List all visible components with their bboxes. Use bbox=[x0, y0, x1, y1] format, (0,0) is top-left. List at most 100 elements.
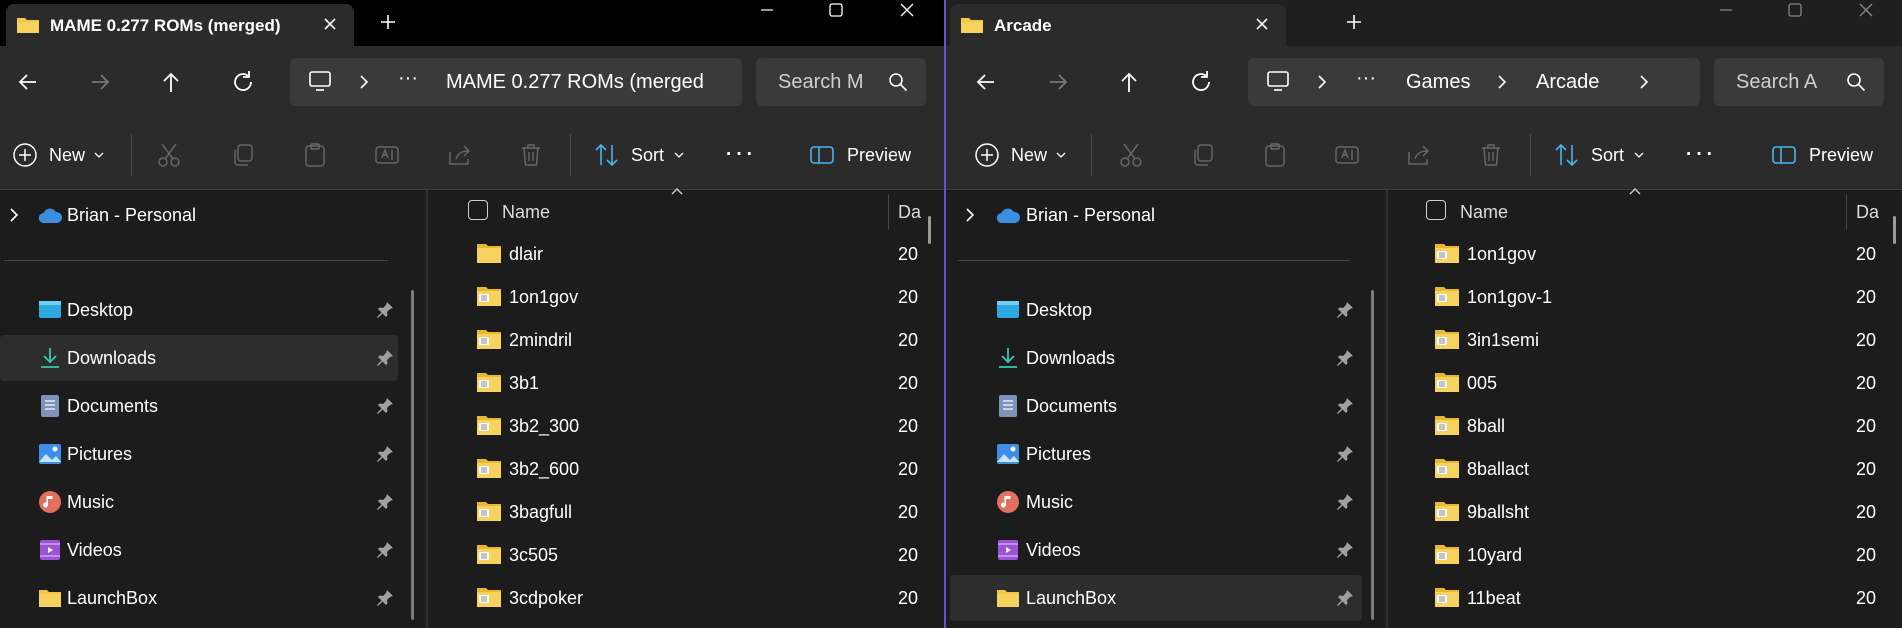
pin-icon[interactable] bbox=[1336, 493, 1354, 511]
nav-item-desktop[interactable]: Desktop bbox=[0, 287, 400, 333]
nav-onedrive[interactable]: Brian - Personal bbox=[67, 205, 196, 226]
pin-icon[interactable] bbox=[376, 589, 394, 607]
back-icon[interactable] bbox=[972, 68, 1000, 96]
new-tab-icon[interactable] bbox=[378, 12, 398, 32]
refresh-icon[interactable] bbox=[1187, 68, 1215, 96]
file-row[interactable]: 8ball 20 bbox=[1434, 406, 1898, 446]
file-row[interactable]: 1on1gov-1 20 bbox=[1434, 277, 1898, 317]
nav-item-videos[interactable]: Videos bbox=[0, 527, 400, 573]
expand-chevron-icon[interactable] bbox=[8, 207, 20, 223]
forward-icon[interactable] bbox=[86, 68, 114, 96]
nav-item-videos[interactable]: Videos bbox=[950, 527, 1362, 573]
chevron-right-icon[interactable] bbox=[1638, 74, 1650, 90]
sort-button[interactable]: Sort bbox=[594, 142, 686, 168]
pin-icon[interactable] bbox=[1336, 349, 1354, 367]
cut-icon[interactable] bbox=[156, 142, 182, 168]
close-tab-icon[interactable] bbox=[320, 14, 340, 34]
file-row[interactable]: 10yard 20 bbox=[1434, 535, 1898, 575]
nav-onedrive[interactable]: Brian - Personal bbox=[1026, 205, 1155, 226]
file-row[interactable]: dlair 20 bbox=[476, 234, 940, 274]
rename-icon[interactable] bbox=[1334, 142, 1360, 168]
select-all-checkbox[interactable] bbox=[468, 200, 488, 220]
file-row[interactable]: 005 20 bbox=[1434, 363, 1898, 403]
nav-item-music[interactable]: Music bbox=[0, 479, 400, 525]
search-input[interactable]: Search A bbox=[1714, 58, 1884, 106]
file-row[interactable]: 3in1semi 20 bbox=[1434, 320, 1898, 360]
see-more-icon[interactable]: ··· bbox=[724, 136, 755, 168]
search-input[interactable]: Search M bbox=[756, 58, 926, 106]
share-icon[interactable] bbox=[1406, 142, 1432, 168]
delete-icon[interactable] bbox=[1478, 142, 1504, 168]
new-button[interactable]: New bbox=[974, 142, 1070, 168]
column-header-date[interactable]: Da bbox=[898, 202, 921, 223]
nav-scrollbar[interactable] bbox=[411, 290, 414, 620]
paste-icon[interactable] bbox=[302, 142, 328, 168]
chevron-right-icon[interactable] bbox=[1496, 74, 1508, 90]
file-row[interactable]: 8ballact 20 bbox=[1434, 449, 1898, 489]
pin-icon[interactable] bbox=[376, 493, 394, 511]
pin-icon[interactable] bbox=[376, 349, 394, 367]
file-row[interactable]: 3c505 20 bbox=[476, 535, 940, 575]
nav-item-pictures[interactable]: Pictures bbox=[0, 431, 400, 477]
nav-item-desktop[interactable]: Desktop bbox=[950, 287, 1362, 333]
close-tab-icon[interactable] bbox=[1252, 14, 1272, 34]
file-row[interactable]: 2mindril 20 bbox=[476, 320, 940, 360]
file-row[interactable]: 1on1gov 20 bbox=[1434, 234, 1898, 274]
nav-item-downloads[interactable]: Downloads bbox=[950, 335, 1362, 381]
select-all-checkbox[interactable] bbox=[1426, 200, 1446, 220]
pin-icon[interactable] bbox=[1336, 541, 1354, 559]
preview-button[interactable]: Preview bbox=[1772, 142, 1882, 168]
copy-icon[interactable] bbox=[230, 142, 256, 168]
breadcrumb[interactable]: ··· MAME 0.277 ROMs (merged bbox=[290, 58, 742, 106]
minimize-button[interactable] bbox=[740, 0, 794, 20]
share-icon[interactable] bbox=[447, 142, 473, 168]
pin-icon[interactable] bbox=[1336, 589, 1354, 607]
file-row[interactable]: 11beat 20 bbox=[1434, 578, 1898, 618]
preview-button[interactable]: Preview bbox=[810, 142, 920, 168]
up-icon[interactable] bbox=[157, 68, 185, 96]
file-row[interactable]: 3bagfull 20 bbox=[476, 492, 940, 532]
cut-icon[interactable] bbox=[1118, 142, 1144, 168]
more-crumbs-icon[interactable]: ··· bbox=[1356, 67, 1376, 90]
pin-icon[interactable] bbox=[1336, 445, 1354, 463]
column-separator[interactable] bbox=[888, 194, 889, 230]
column-header-name[interactable]: Name bbox=[502, 202, 550, 223]
delete-icon[interactable] bbox=[518, 142, 544, 168]
maximize-button[interactable] bbox=[1768, 0, 1822, 20]
file-row[interactable]: 1on1gov 20 bbox=[476, 277, 940, 317]
column-header-date[interactable]: Da bbox=[1856, 202, 1879, 223]
chevron-right-icon[interactable] bbox=[358, 74, 370, 90]
pin-icon[interactable] bbox=[376, 397, 394, 415]
breadcrumb-item-arcade[interactable]: Arcade bbox=[1536, 71, 1599, 94]
nav-item-downloads[interactable]: Downloads bbox=[0, 335, 398, 381]
file-row[interactable]: 9ballsht 20 bbox=[1434, 492, 1898, 532]
pane-divider[interactable] bbox=[426, 190, 428, 628]
file-row[interactable]: 3cdpoker 20 bbox=[476, 578, 940, 618]
expand-chevron-icon[interactable] bbox=[964, 207, 976, 223]
pin-icon[interactable] bbox=[1336, 397, 1354, 415]
breadcrumb[interactable]: ··· Games Arcade bbox=[1248, 58, 1700, 106]
breadcrumb-item[interactable]: MAME 0.277 ROMs (merged bbox=[446, 71, 728, 94]
maximize-button[interactable] bbox=[809, 0, 863, 20]
up-icon[interactable] bbox=[1115, 68, 1143, 96]
back-icon[interactable] bbox=[14, 68, 42, 96]
new-tab-icon[interactable] bbox=[1344, 12, 1364, 32]
paste-icon[interactable] bbox=[1262, 142, 1288, 168]
file-row[interactable]: 3b2_600 20 bbox=[476, 449, 940, 489]
pin-icon[interactable] bbox=[376, 541, 394, 559]
nav-item-music[interactable]: Music bbox=[950, 479, 1362, 525]
tab-mame-roms[interactable]: MAME 0.277 ROMs (merged) bbox=[6, 4, 354, 46]
new-button[interactable]: New bbox=[12, 142, 108, 168]
column-header-name[interactable]: Name bbox=[1460, 202, 1508, 223]
copy-icon[interactable] bbox=[1190, 142, 1216, 168]
nav-item-pictures[interactable]: Pictures bbox=[950, 431, 1362, 477]
minimize-button[interactable] bbox=[1699, 0, 1753, 20]
breadcrumb-item-games[interactable]: Games bbox=[1406, 71, 1470, 94]
pin-icon[interactable] bbox=[376, 301, 394, 319]
file-row[interactable]: 3b1 20 bbox=[476, 363, 940, 403]
forward-icon[interactable] bbox=[1044, 68, 1072, 96]
rename-icon[interactable] bbox=[374, 142, 400, 168]
sort-button[interactable]: Sort bbox=[1554, 142, 1646, 168]
see-more-icon[interactable]: ··· bbox=[1684, 136, 1715, 168]
more-crumbs-icon[interactable]: ··· bbox=[398, 67, 418, 90]
